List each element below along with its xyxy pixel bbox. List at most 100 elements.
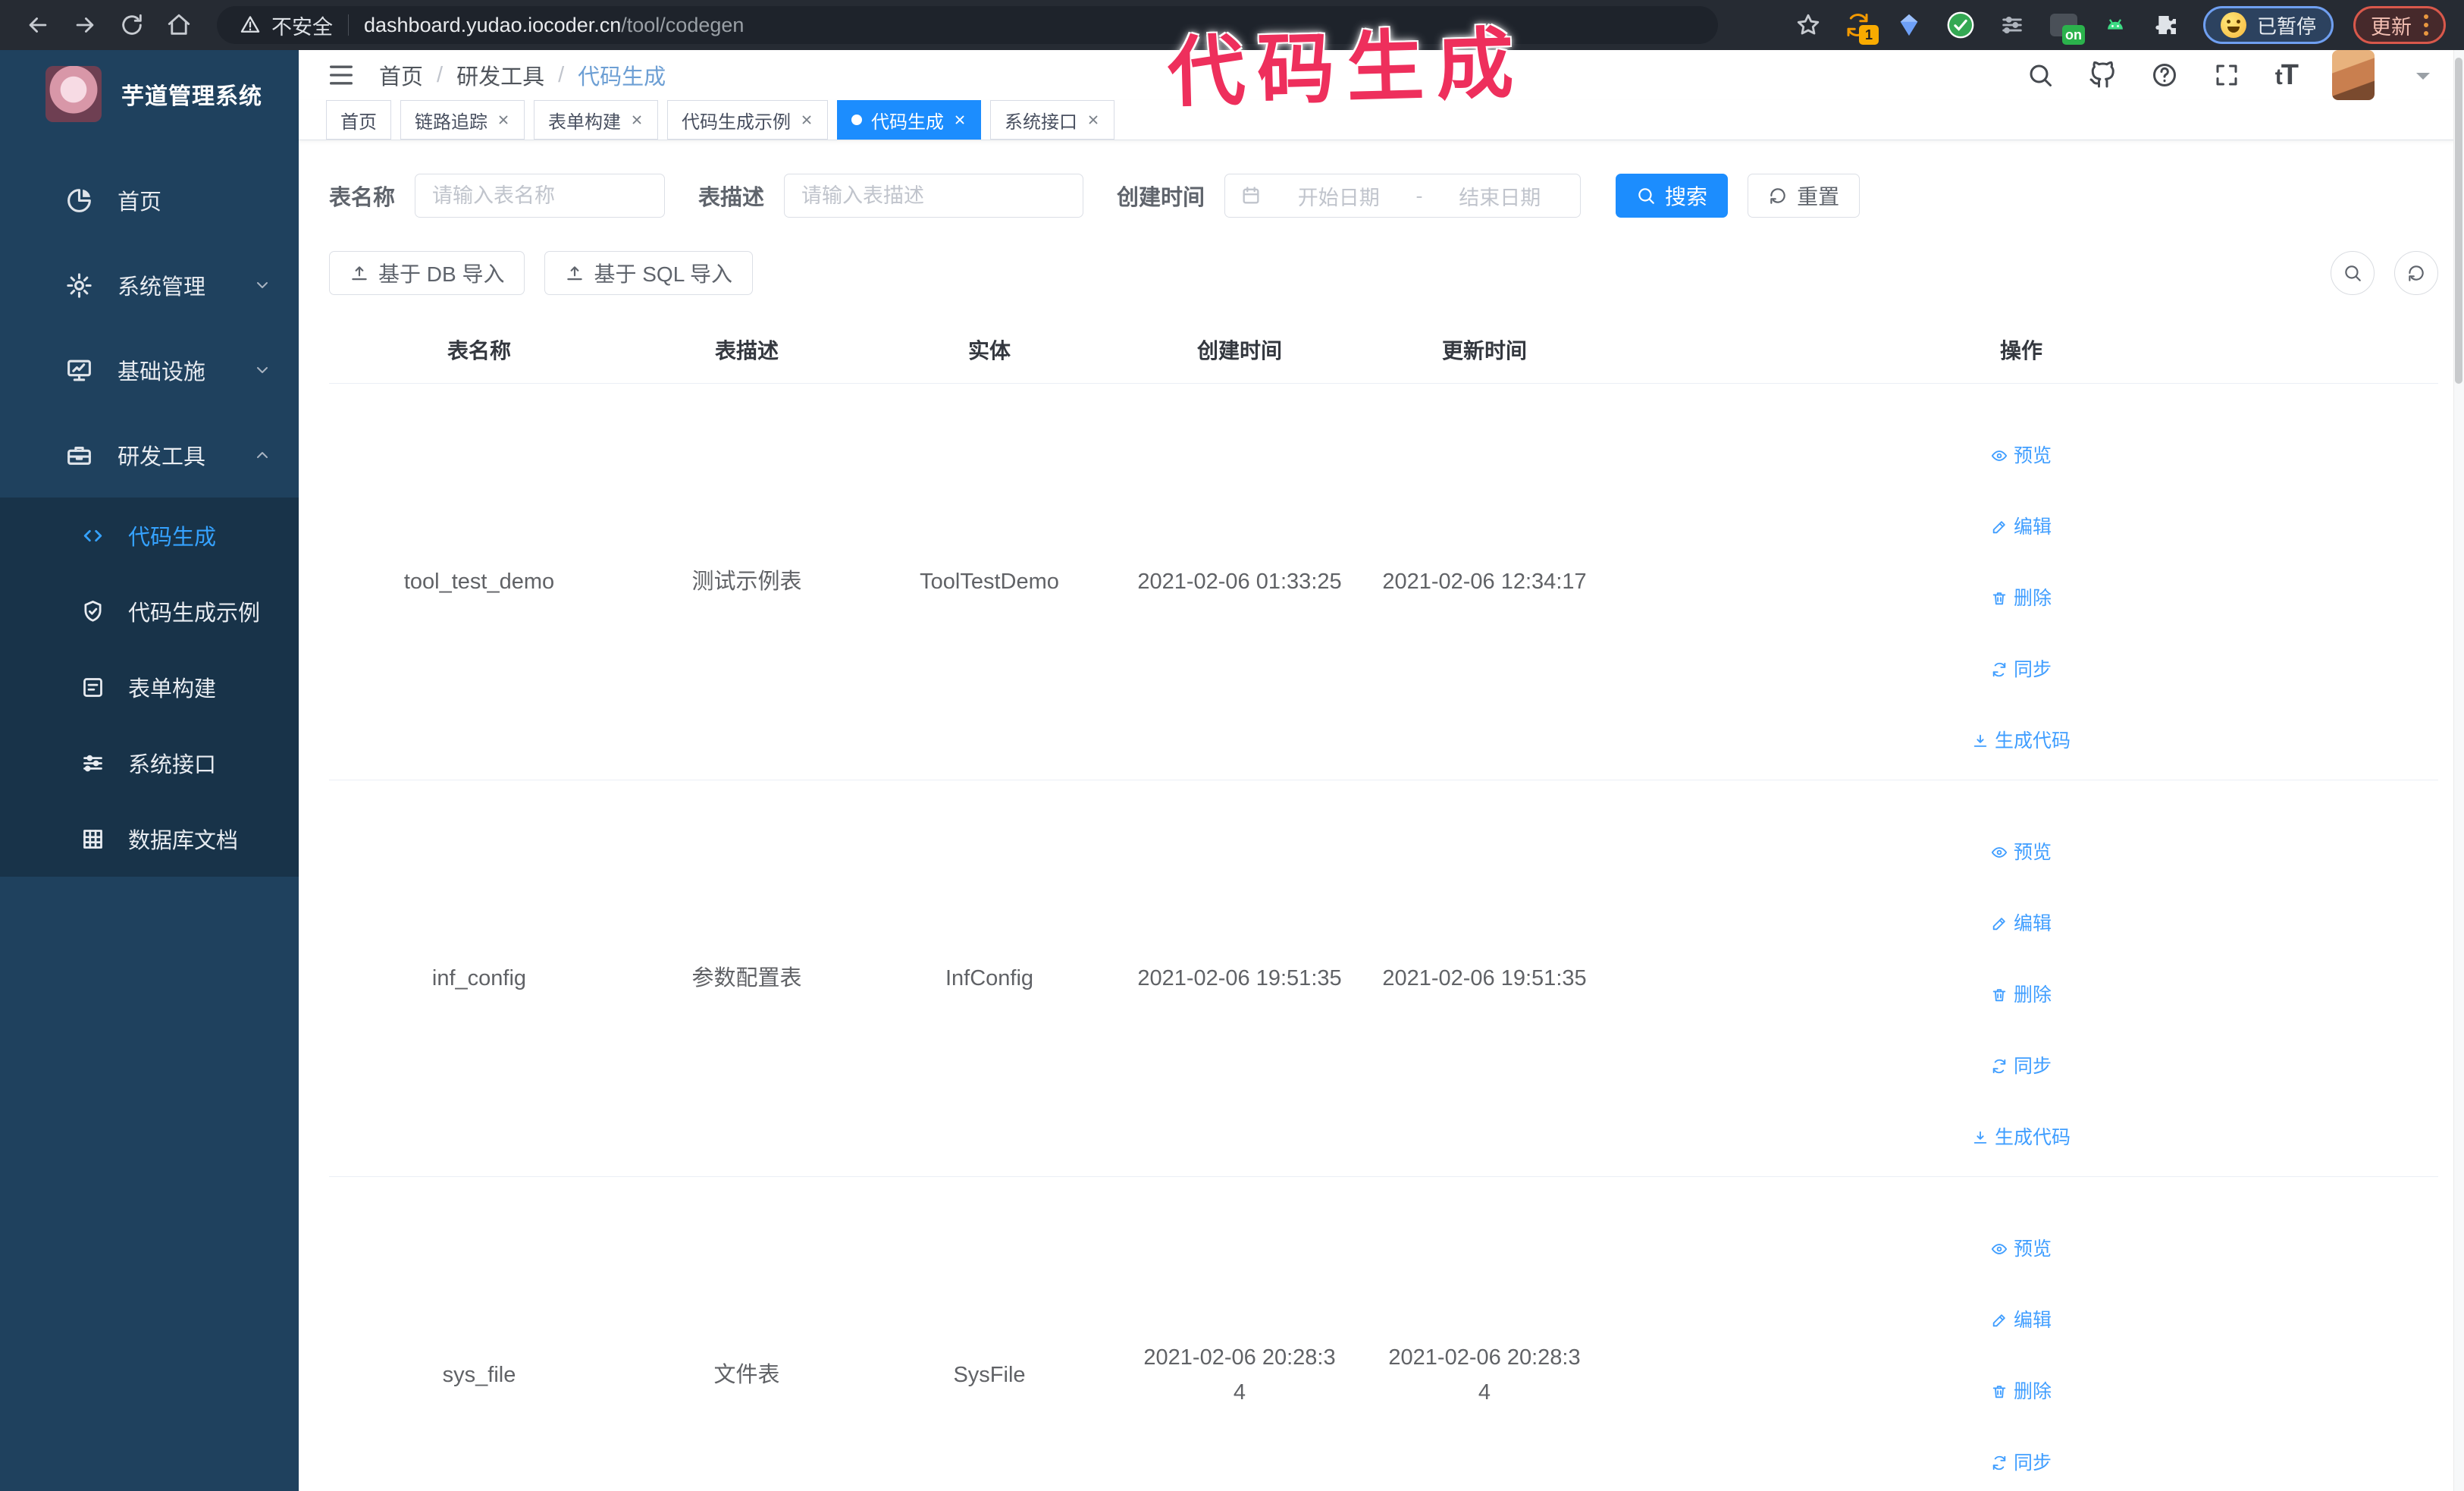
sidebar-submenu-item[interactable]: 表单构建 [0, 649, 299, 725]
edit-link[interactable]: 编辑 [1991, 1303, 2052, 1338]
android-icon[interactable] [2099, 8, 2132, 42]
cell-update-time: 2021-02-06 20:28:3 4 [1365, 1176, 1604, 1491]
sync-icon [1991, 1455, 2008, 1471]
home-icon[interactable] [159, 5, 199, 45]
breadcrumb-item[interactable]: 首页 [379, 59, 423, 91]
generate-link[interactable]: 生成代码 [1972, 724, 2071, 758]
refresh-icon [2406, 263, 2426, 283]
edit-link[interactable]: 编辑 [1991, 906, 2052, 941]
caret-down-icon[interactable] [2409, 61, 2437, 89]
cell-create-time: 2021-02-06 20:28:3 4 [1114, 1176, 1365, 1491]
update-label: 更新 [2371, 15, 2412, 39]
github-icon[interactable] [2089, 61, 2116, 89]
close-icon[interactable] [953, 113, 967, 127]
tag-view-tab[interactable]: 链路追踪 [400, 100, 525, 140]
sidebar: 芋道管理系统 首页 系统管理 基础设施 研发工具 代码生成 代码生成示例 表单构… [0, 50, 299, 1491]
scrollbar-thumb[interactable] [2455, 58, 2462, 384]
page-content: 表名称 表描述 创建时间 开始日期 - 结束日期 搜索 [299, 140, 2464, 1491]
sidebar-submenu-item[interactable]: 系统接口 [0, 725, 299, 801]
reload-icon[interactable] [112, 5, 152, 45]
sidebar-menu-item[interactable]: 首页 [0, 158, 299, 243]
profile-paused-chip[interactable]: 已暂停 [2202, 6, 2334, 44]
sync-link[interactable]: 同步 [1991, 652, 2052, 687]
table-row: sys_file 文件表 SysFile 2021-02-06 20:28:3 … [329, 1176, 2438, 1491]
eye-icon [1991, 1241, 2008, 1257]
sidebar-menu-item[interactable]: 基础设施 [0, 328, 299, 413]
breadcrumb: 首页 / 研发工具 / 代码生成 [379, 59, 666, 91]
emoji-avatar [2220, 12, 2246, 38]
toggle-search-button[interactable] [2331, 251, 2375, 295]
sidebar-submenu-item[interactable]: 数据库文档 [0, 801, 299, 877]
question-icon[interactable] [2151, 61, 2178, 89]
chrome-update-button[interactable]: 更新 [2353, 6, 2446, 44]
sync-link[interactable]: 同步 [1991, 1445, 2052, 1480]
preview-link[interactable]: 预览 [1991, 835, 2052, 870]
tag-view-tab[interactable]: 代码生成示例 [667, 100, 828, 140]
check-circle-icon[interactable] [1944, 8, 1977, 42]
date-range-picker[interactable]: 开始日期 - 结束日期 [1224, 174, 1582, 218]
edit-link[interactable]: 编辑 [1991, 510, 2052, 545]
star-icon[interactable] [1795, 12, 1821, 38]
extension-badge: on [2061, 25, 2085, 45]
user-avatar[interactable] [2332, 50, 2375, 100]
dashboard-icon [65, 187, 93, 215]
search-button[interactable]: 搜索 [1616, 174, 1729, 218]
sidebar-submenu-item[interactable]: 代码生成示例 [0, 573, 299, 649]
gem-icon[interactable] [1892, 8, 1926, 42]
reset-button[interactable]: 重置 [1748, 174, 1861, 218]
column-header: 更新时间 [1365, 316, 1604, 384]
security-label: 不安全 [271, 15, 333, 39]
close-icon[interactable] [1086, 113, 1100, 127]
tag-view-tab[interactable]: 首页 [326, 100, 391, 140]
back-icon[interactable] [18, 5, 58, 45]
url-divider [348, 14, 349, 36]
delete-link[interactable]: 删除 [1991, 581, 2052, 616]
table-desc-input[interactable] [784, 174, 1084, 218]
delete-link[interactable]: 删除 [1991, 1374, 2052, 1409]
tag-view-tab[interactable]: 表单构建 [534, 100, 658, 140]
font-size-icon[interactable]: tT [2275, 59, 2299, 92]
delete-link[interactable]: 删除 [1991, 978, 2052, 1012]
close-icon[interactable] [630, 113, 644, 127]
chevron-down-icon [253, 276, 271, 294]
url-text: dashboard.yudao.iocoder.cn/tool/codegen [364, 13, 745, 36]
import-db-button[interactable]: 基于 DB 导入 [329, 251, 525, 295]
table-desc-label: 表描述 [698, 186, 765, 210]
breadcrumb-item: 代码生成 [578, 65, 666, 89]
refresh-table-button[interactable] [2394, 251, 2438, 295]
forward-icon[interactable] [65, 5, 105, 45]
create-time-label: 创建时间 [1117, 186, 1205, 210]
cell-actions: 预览 编辑 删除 同步 生成代码 [1604, 780, 2438, 1177]
tag-view-tab[interactable]: 系统接口 [990, 100, 1114, 140]
toolbox-icon [65, 441, 93, 469]
breadcrumb-item[interactable]: 研发工具 [456, 59, 544, 91]
close-icon[interactable] [800, 113, 813, 127]
cell-table-desc: 参数配置表 [629, 780, 864, 1177]
chevron-up-icon [253, 446, 271, 464]
kebab-menu-icon[interactable] [2424, 14, 2428, 36]
app-logo-row[interactable]: 芋道管理系统 [0, 50, 299, 138]
generate-link[interactable]: 生成代码 [1972, 1120, 2071, 1155]
cell-table-name: sys_file [329, 1176, 629, 1491]
terminal-on-icon[interactable]: on [2047, 8, 2085, 45]
sliders-ext-icon[interactable] [1995, 8, 2029, 42]
sync-link[interactable]: 同步 [1991, 1049, 2052, 1084]
refresh-orange-icon[interactable]: 1 [1841, 8, 1879, 45]
sidebar-submenu-item[interactable]: 代码生成 [0, 498, 299, 573]
preview-link[interactable]: 预览 [1991, 1232, 2052, 1267]
magnifier-icon[interactable] [2027, 61, 2054, 89]
tag-view-tab[interactable]: 代码生成 [837, 100, 981, 140]
close-icon[interactable] [497, 113, 510, 127]
page-scrollbar[interactable] [2453, 50, 2464, 1491]
security-chip[interactable]: 不安全 [240, 11, 333, 40]
sidebar-menu-item[interactable]: 研发工具 [0, 413, 299, 498]
fullscreen-icon[interactable] [2213, 61, 2240, 89]
table-name-input[interactable] [415, 174, 666, 218]
preview-link[interactable]: 预览 [1991, 438, 2052, 473]
puzzle-icon[interactable] [2150, 8, 2183, 42]
import-sql-button[interactable]: 基于 SQL 导入 [544, 251, 754, 295]
magnifier-icon [1636, 186, 1656, 206]
sidebar-menu-item[interactable]: 系统管理 [0, 243, 299, 328]
menu-fold-icon[interactable] [326, 60, 356, 90]
sidebar-menu: 首页 系统管理 基础设施 研发工具 [0, 158, 299, 498]
